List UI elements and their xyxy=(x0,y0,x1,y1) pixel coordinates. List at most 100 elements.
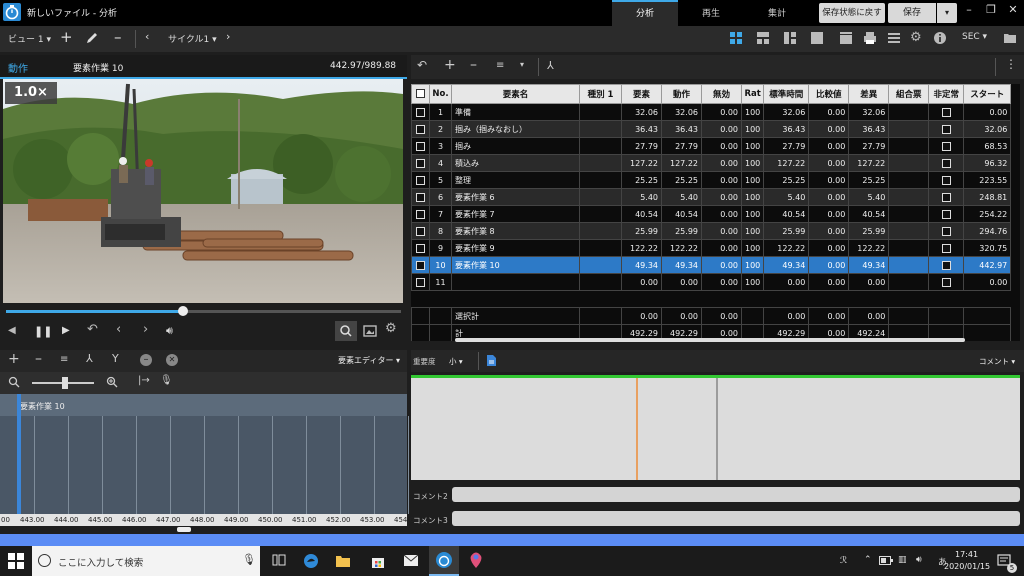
non-routine-checkbox[interactable] xyxy=(928,239,965,257)
act-cell[interactable]: 36.43 xyxy=(661,120,702,138)
cycle-selector[interactable]: サイクル1 ▾ xyxy=(168,32,217,45)
type-cell[interactable] xyxy=(579,171,622,189)
print-icon[interactable] xyxy=(863,31,879,47)
non-routine-checkbox[interactable] xyxy=(928,103,965,121)
zoom-video-icon[interactable] xyxy=(335,321,357,341)
std-cell[interactable]: 36.43 xyxy=(763,120,810,138)
combination-cell[interactable] xyxy=(888,239,930,257)
table-row[interactable]: 2 掴み（掴みなおし） 36.43 36.43 0.00 100 36.43 0.00 36.4… xyxy=(411,120,1012,138)
time-unit-selector[interactable]: SEC ▾ xyxy=(962,32,987,42)
row-select-checkbox[interactable] xyxy=(411,273,430,291)
table-menu-icon[interactable]: ⋮ xyxy=(1005,57,1017,71)
diff-cell[interactable]: 5.40 xyxy=(848,188,890,206)
table-row[interactable]: 6 要素作業 6 5.40 5.40 0.00 100 5.40 0.00 5.40 248.81 xyxy=(411,188,1012,206)
combination-cell[interactable] xyxy=(888,205,930,223)
rat-cell[interactable]: 100 xyxy=(740,188,765,206)
diff-cell[interactable]: 32.06 xyxy=(848,103,890,121)
std-cell[interactable]: 25.99 xyxy=(763,222,810,240)
row-format-icon[interactable]: ≡ xyxy=(496,60,504,71)
windows-start-icon[interactable] xyxy=(8,553,24,569)
row-select-checkbox[interactable] xyxy=(411,103,430,121)
column-header[interactable]: 無効 xyxy=(701,84,742,104)
start-cell[interactable]: 320.75 xyxy=(963,239,1012,257)
column-header[interactable]: No. xyxy=(429,84,452,104)
column-header[interactable]: Rat xyxy=(740,84,765,104)
rat-cell[interactable]: 100 xyxy=(740,205,765,223)
folder-icon[interactable] xyxy=(1003,31,1019,47)
cmp-cell[interactable]: 0.00 xyxy=(808,137,850,155)
column-header[interactable]: 種別 1 xyxy=(579,84,622,104)
table-row[interactable]: 4 積込み 127.22 127.22 0.00 100 127.22 0.00 127.22 9… xyxy=(411,154,1012,172)
mute-mic-icon[interactable]: 🎙︎ xyxy=(160,375,173,386)
tab-analysis[interactable]: 分析 xyxy=(612,0,678,26)
diff-cell[interactable]: 27.79 xyxy=(848,137,890,155)
cmp-cell[interactable]: 0.00 xyxy=(808,188,850,206)
rat-cell[interactable]: 100 xyxy=(740,222,765,240)
play-icon[interactable]: ▶ xyxy=(62,325,70,336)
edge-browser-icon[interactable] xyxy=(303,553,319,569)
combination-cell[interactable] xyxy=(888,273,930,291)
comment-marker-orange[interactable] xyxy=(636,378,638,480)
seek-thumb[interactable] xyxy=(177,306,188,316)
column-header[interactable]: 比較値 xyxy=(808,84,850,104)
close-icon[interactable]: ✕ xyxy=(1002,2,1024,20)
element-name-cell[interactable]: 要素作業 10 xyxy=(451,256,580,274)
act-cell[interactable]: 32.06 xyxy=(661,103,702,121)
select-all-checkbox[interactable] xyxy=(411,84,430,104)
video-settings-icon[interactable]: ⚙ xyxy=(385,321,397,336)
table-row[interactable]: 11 0.00 0.00 0.00 100 0.00 0.00 0.00 0.00 xyxy=(411,273,1012,291)
combination-cell[interactable] xyxy=(888,188,930,206)
cmp-cell[interactable]: 0.00 xyxy=(808,120,850,138)
act-cell[interactable]: 25.25 xyxy=(661,171,702,189)
layout-rows-icon[interactable] xyxy=(756,31,772,47)
store-icon[interactable] xyxy=(370,553,386,569)
act-cell[interactable]: 40.54 xyxy=(661,205,702,223)
act-cell[interactable]: 25.99 xyxy=(661,222,702,240)
std-cell[interactable]: 49.34 xyxy=(763,256,810,274)
menu-list-icon[interactable] xyxy=(887,31,903,47)
act-cell[interactable]: 0.00 xyxy=(661,273,702,291)
pencil-icon[interactable] xyxy=(85,31,101,47)
start-cell[interactable]: 248.81 xyxy=(963,188,1012,206)
type-cell[interactable] xyxy=(579,273,622,291)
combination-cell[interactable] xyxy=(888,154,930,172)
restore-icon[interactable]: ❐ xyxy=(980,2,1002,20)
layout-single-icon[interactable] xyxy=(810,31,826,47)
network-icon[interactable]: ▥ xyxy=(898,555,907,565)
align-icon[interactable]: ≡ xyxy=(60,354,68,365)
task-view-icon[interactable] xyxy=(272,553,286,567)
cmp-cell[interactable]: 0.00 xyxy=(808,273,850,291)
start-cell[interactable]: 294.76 xyxy=(963,222,1012,240)
battery-icon[interactable] xyxy=(879,556,893,565)
start-cell[interactable]: 254.22 xyxy=(963,205,1012,223)
save-button[interactable]: 保存 xyxy=(888,3,936,23)
diff-cell[interactable]: 25.99 xyxy=(848,222,890,240)
std-cell[interactable]: 27.79 xyxy=(763,137,810,155)
tab-playback[interactable]: 再生 xyxy=(678,0,744,26)
std-cell[interactable]: 0.00 xyxy=(763,273,810,291)
non-routine-checkbox[interactable] xyxy=(928,188,965,206)
act-cell[interactable]: 5.40 xyxy=(661,188,702,206)
type-cell[interactable] xyxy=(579,239,622,257)
column-header[interactable]: 差異 xyxy=(848,84,890,104)
speaker-icon[interactable]: 🔊︎ xyxy=(916,555,922,565)
inv-cell[interactable]: 0.00 xyxy=(701,137,742,155)
non-routine-checkbox[interactable] xyxy=(928,256,965,274)
column-header[interactable]: 要素 xyxy=(621,84,662,104)
cmp-cell[interactable]: 0.00 xyxy=(808,205,850,223)
elem-cell[interactable]: 25.99 xyxy=(621,222,662,240)
comment-column-selector[interactable]: コメント ▾ xyxy=(979,356,1015,367)
cmp-cell[interactable]: 0.00 xyxy=(808,154,850,172)
start-cell[interactable]: 96.32 xyxy=(963,154,1012,172)
combination-cell[interactable] xyxy=(888,103,930,121)
elem-cell[interactable]: 27.79 xyxy=(621,137,662,155)
inv-cell[interactable]: 0.00 xyxy=(701,188,742,206)
view-selector[interactable]: ビュー 1 ▾ xyxy=(8,32,51,45)
clear-circle-icon[interactable]: ✕ xyxy=(166,354,178,366)
next-frame-icon[interactable]: › xyxy=(143,322,148,337)
combination-cell[interactable] xyxy=(888,222,930,240)
clock-time[interactable]: 17:41 xyxy=(955,550,978,559)
non-routine-checkbox[interactable] xyxy=(928,120,965,138)
element-name-cell[interactable]: 掴み（掴みなおし） xyxy=(451,120,580,138)
start-cell[interactable]: 68.53 xyxy=(963,137,1012,155)
